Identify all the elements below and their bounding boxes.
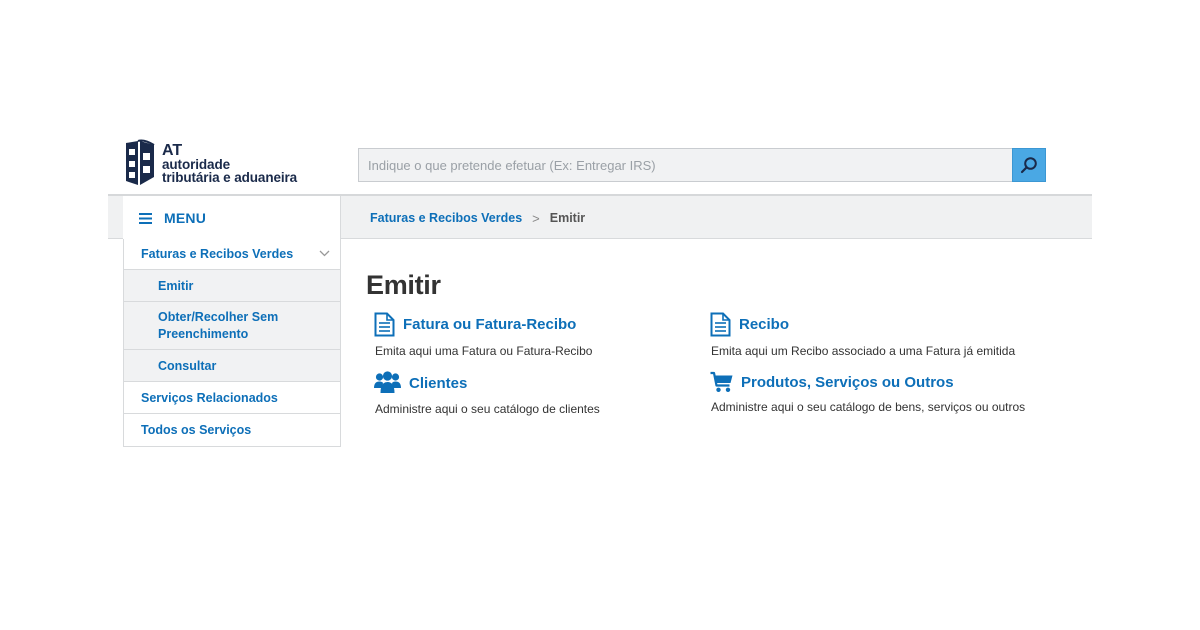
card-title: Recibo — [739, 316, 790, 333]
breadcrumb-separator: > — [532, 210, 540, 226]
breadcrumb-parent-link[interactable]: Faturas e Recibos Verdes — [370, 211, 522, 225]
navigation-bar: MENU Faturas e Recibos Verdes > Emitir — [108, 194, 1092, 240]
sidebar-item-label: Todos os Serviços — [141, 423, 252, 437]
cart-icon — [710, 371, 733, 392]
breadcrumb-current: Emitir — [549, 211, 586, 225]
at-logo[interactable]: AT autoridade tributária e aduaneira — [124, 138, 324, 188]
card-produtos: Produtos, Serviços ou Outros Administre … — [710, 371, 1025, 414]
card-description: Emita aqui uma Fatura ou Fatura-Recibo — [375, 344, 593, 358]
card-title: Fatura ou Fatura-Recibo — [403, 316, 577, 333]
card-description: Emita aqui um Recibo associado a uma Fat… — [711, 344, 1016, 358]
card-description: Administre aqui o seu catálogo de client… — [375, 402, 600, 416]
sidebar-item-emitir[interactable]: Emitir — [124, 270, 340, 302]
search-bar — [358, 148, 1046, 182]
sidebar-item-label: Serviços Relacionados — [141, 390, 278, 405]
sidebar-item-label: Emitir — [158, 278, 194, 293]
sidebar-item-todos-servicos[interactable]: Todos os Serviços — [124, 414, 340, 446]
search-icon — [1020, 157, 1037, 174]
sidebar-item-faturas-recibos-verdes[interactable]: Faturas e Recibos Verdes — [124, 239, 340, 270]
chevron-down-icon — [319, 250, 330, 257]
page-title: Emitir — [366, 270, 441, 300]
menu-button[interactable]: MENU — [123, 196, 341, 240]
at-emblem-icon — [126, 139, 155, 185]
document-icon — [710, 312, 731, 337]
logo-text: AT autoridade tributária e aduaneira — [162, 141, 298, 185]
sidebar-item-servicos-relacionados[interactable]: Serviços Relacionados — [124, 382, 340, 414]
card-fatura-link[interactable]: Fatura ou Fatura-Recibo — [374, 312, 592, 337]
sidebar-menu: Faturas e Recibos Verdes Emitir Obter/Re… — [123, 239, 341, 447]
breadcrumb: Faturas e Recibos Verdes > Emitir — [370, 196, 585, 240]
users-icon — [374, 371, 401, 393]
card-clientes: Clientes Administre aqui o seu catálogo … — [374, 371, 600, 416]
sidebar-item-label: Consultar — [158, 358, 217, 373]
card-recibo-link[interactable]: Recibo — [710, 312, 1015, 337]
card-description: Administre aqui o seu catálogo de bens, … — [711, 400, 1026, 414]
logo-line-1: autoridade — [162, 156, 231, 172]
card-recibo: Recibo Emita aqui um Recibo associado a … — [710, 312, 1015, 358]
search-input[interactable] — [358, 148, 1012, 182]
hamburger-icon — [139, 212, 152, 224]
logo-line-2: tributária e aduaneira — [162, 169, 298, 185]
menu-label: MENU — [164, 210, 207, 226]
sidebar-item-obter-recolher[interactable]: Obter/Recolher Sem Preenchimento — [124, 302, 340, 350]
sidebar-item-label: Faturas e Recibos Verdes — [141, 247, 294, 261]
document-icon — [374, 312, 395, 337]
card-clientes-link[interactable]: Clientes — [374, 371, 600, 395]
card-title: Clientes — [409, 374, 468, 392]
sidebar-item-consultar[interactable]: Consultar — [124, 350, 340, 382]
card-fatura: Fatura ou Fatura-Recibo Emita aqui uma F… — [374, 312, 592, 358]
card-produtos-link[interactable]: Produtos, Serviços ou Outros — [710, 371, 1025, 393]
sidebar-item-label: Obter/Recolher Sem Preenchimento — [158, 309, 279, 341]
logo-abbr: AT — [162, 141, 183, 159]
search-button[interactable] — [1012, 148, 1046, 182]
card-title: Produtos, Serviços ou Outros — [741, 373, 954, 391]
